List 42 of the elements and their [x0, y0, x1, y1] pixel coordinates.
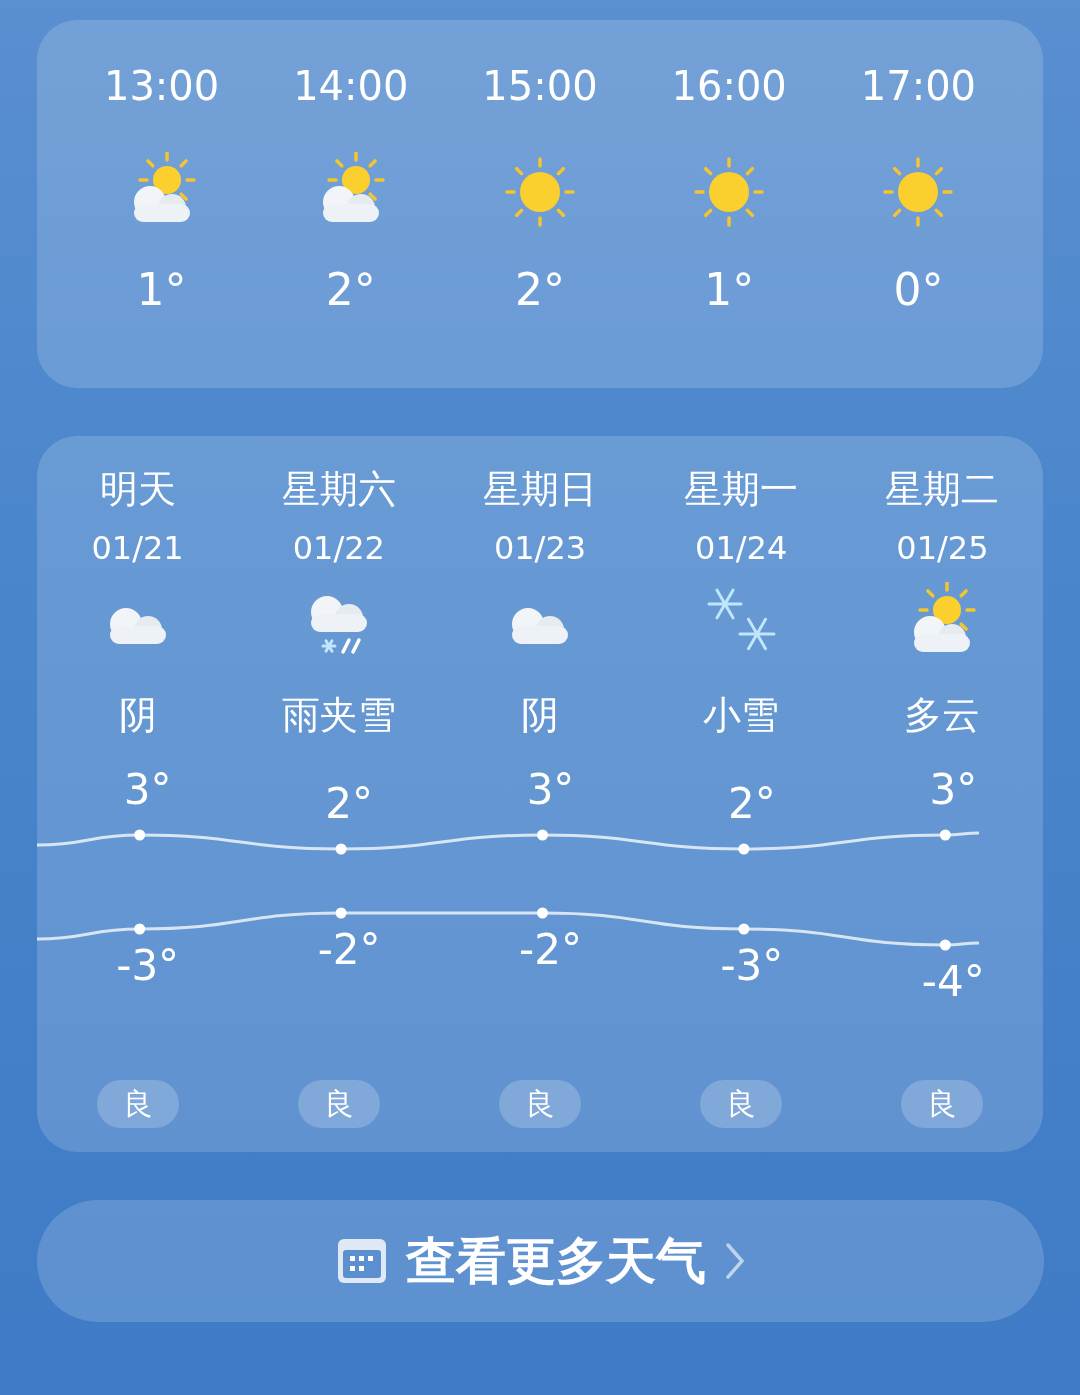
condition-label: 小雪	[703, 692, 780, 739]
condition-label: 雨夹雪	[281, 692, 396, 739]
air-quality-badge: 良	[499, 1080, 581, 1128]
date-label: 01/24	[695, 528, 788, 569]
date-label: 01/21	[91, 528, 184, 569]
air-quality-badge: 良	[700, 1080, 783, 1128]
hour-label: 16:00	[671, 62, 787, 111]
condition-label: 阴	[521, 692, 559, 739]
date-label: 01/25	[896, 528, 989, 569]
day-label: 明天	[99, 466, 176, 513]
temperature: 0°	[893, 263, 944, 317]
chevron-right-icon	[723, 1241, 746, 1281]
high-temperature: 3°	[929, 765, 978, 815]
low-temperature: -3°	[116, 941, 180, 991]
temperature: 2°	[325, 263, 376, 317]
hour-label: 14:00	[293, 62, 409, 111]
air-quality-badge: 良	[901, 1080, 984, 1128]
day-label: 星期一	[684, 466, 799, 513]
condition-label: 阴	[118, 692, 157, 739]
high-temperature: 2°	[728, 779, 776, 829]
date-label: 01/23	[493, 528, 587, 569]
low-temperature: -3°	[720, 941, 784, 991]
day-label: 星期二	[885, 466, 1000, 513]
high-temperature: 3°	[123, 765, 172, 815]
high-temperature: 2°	[325, 779, 373, 829]
temperature: 1°	[704, 263, 755, 317]
temperature: 1°	[136, 263, 187, 317]
hour-label: 13:00	[103, 62, 220, 111]
day-label: 星期六	[281, 466, 396, 513]
condition-label: 多云	[904, 692, 981, 739]
high-temperature: 3°	[526, 765, 575, 815]
more-weather-button[interactable]: 查看更多天气	[37, 1200, 1044, 1322]
low-temperature: -2°	[519, 925, 582, 975]
low-temperature: -4°	[921, 957, 985, 1007]
air-quality-badge: 良	[297, 1080, 380, 1128]
date-label: 01/22	[292, 528, 385, 569]
temperature: 2°	[515, 263, 565, 317]
hour-label: 17:00	[860, 62, 977, 111]
hour-label: 15:00	[482, 62, 598, 111]
low-temperature: -2°	[317, 925, 381, 975]
day-label: 星期日	[483, 466, 597, 513]
air-quality-badge: 良	[96, 1080, 179, 1128]
